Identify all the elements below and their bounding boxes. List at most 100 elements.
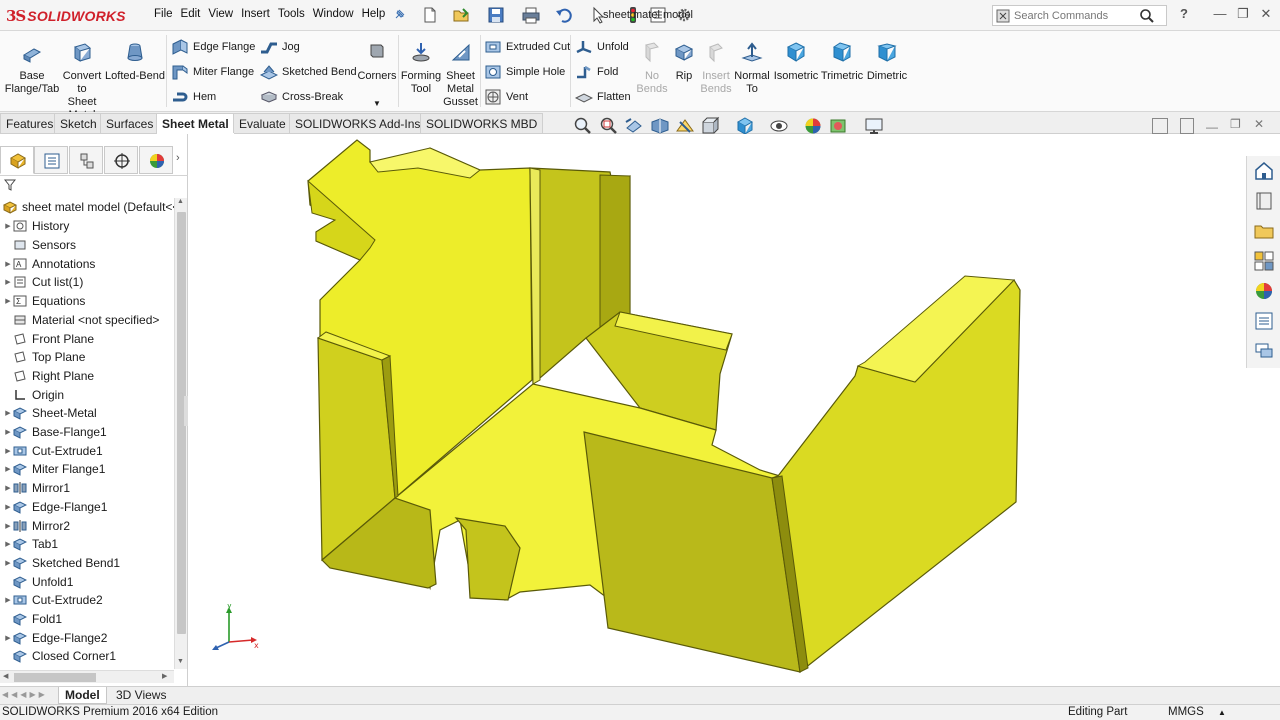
viewport-close-icon[interactable]: ✕ [1254,117,1268,131]
dimetric-view-button[interactable]: Dimetric [865,41,909,83]
expand-arrow-icon[interactable]: ▶ [3,522,13,530]
forming-tool-button[interactable]: Forming Tool [400,41,442,96]
select-arrow-icon[interactable] [589,6,609,24]
sketched-bend-button[interactable]: Sketched Bend [260,62,357,82]
convert-to-sheet-metal-button[interactable]: Convert to Sheet Metal [62,41,102,122]
search-icon[interactable] [1139,8,1155,24]
scroll-right-icon[interactable]: ▶ [162,672,167,680]
expand-arrow-icon[interactable]: ▶ [3,409,13,417]
hide-show-items-icon[interactable] [768,116,790,136]
expand-arrow-icon[interactable]: ▶ [3,465,13,473]
corners-dropdown-icon[interactable]: ▼ [357,97,397,110]
extruded-cut-button[interactable]: Extruded Cut [484,37,570,57]
undo-icon[interactable] [554,6,574,24]
pin-icon[interactable] [390,6,410,24]
tree-item-unfold1[interactable]: Unfold1 [0,572,174,591]
propertymanager-tab[interactable] [34,146,68,174]
menu-insert[interactable]: Insert [237,8,274,20]
tree-horizontal-scrollbar[interactable]: ◀ ▶ [0,670,174,683]
tree-item-cut-extrude1[interactable]: ▶ Cut-Extrude1 [0,441,174,460]
tree-item-cut-list-1[interactable]: ▶ Cut list(1) [0,273,174,292]
status-units[interactable]: MMGS [1168,706,1204,718]
scroll-down-icon[interactable]: ▼ [177,658,184,665]
menu-view[interactable]: View [204,8,237,20]
insert-bends-button[interactable]: Insert Bends [700,41,732,96]
file-explorer-icon[interactable] [1253,220,1275,242]
tab-solidworks-add-ins[interactable]: SOLIDWORKS Add-Ins [289,113,427,133]
trimetric-view-button[interactable]: Trimetric [820,41,864,83]
menu-tools[interactable]: Tools [274,8,309,20]
cross-break-button[interactable]: Cross-Break [260,87,343,107]
expand-arrow-icon[interactable]: ▶ [3,278,13,286]
section-view-icon[interactable] [649,116,671,136]
view-palette-icon[interactable] [1253,250,1275,272]
expand-arrow-icon[interactable]: ▶ [3,540,13,548]
dimxpertmanager-tab[interactable] [104,146,138,174]
miter-flange-button[interactable]: Miter Flange [171,62,254,82]
tree-item-fold1[interactable]: Fold1 [0,610,174,629]
custom-properties-icon[interactable] [1253,310,1275,332]
tree-item-cut-extrude2[interactable]: ▶ Cut-Extrude2 [0,591,174,610]
filter-icon[interactable] [4,179,16,191]
solidworks-logo[interactable]: 3S SOLIDWORKS [6,6,126,26]
tree-item-origin[interactable]: Origin [0,385,174,404]
traffic-light-icon[interactable] [623,6,643,24]
fold-button[interactable]: Fold [575,62,618,82]
close-button[interactable]: ✕ [1256,6,1276,24]
tree-item-annotations[interactable]: ▶ A Annotations [0,254,174,273]
tabs-scroll-right-icon[interactable]: › [176,152,180,164]
tree-item-sensors[interactable]: Sensors [0,236,174,255]
open-folder-icon[interactable] [452,6,472,24]
menu-help[interactable]: Help [358,8,390,20]
edge-flange-button[interactable]: Edge Flange [171,37,255,57]
tab-nav-arrows-icon[interactable]: ◀◀◀▶▶ [2,690,48,699]
lofted-bend-button[interactable]: Lofted-Bend [104,41,166,83]
displaymanager-tab[interactable] [139,146,173,174]
panel-splitter[interactable] [184,396,188,426]
tab-sketch[interactable]: Sketch [54,113,103,133]
scroll-left-icon[interactable]: ◀ [3,672,8,680]
tree-item-tab1[interactable]: ▶ Tab1 [0,535,174,554]
expand-arrow-icon[interactable]: ▶ [3,447,13,455]
display-style-icon[interactable] [734,116,756,136]
tree-item-sheet-metal[interactable]: ▶ Sheet-Metal [0,404,174,423]
view-settings-icon[interactable] [864,116,886,136]
expand-arrow-icon[interactable]: ▶ [3,503,13,511]
vent-button[interactable]: Vent [484,87,528,107]
tree-item-base-flange1[interactable]: ▶ Base-Flange1 [0,423,174,442]
tab-sheet-metal[interactable]: Sheet Metal [156,113,235,134]
normal-to-button[interactable]: Normal To [733,41,771,96]
tree-item-mirror1[interactable]: ▶ Mirror1 [0,479,174,498]
sheet-metal-model[interactable] [189,134,1246,686]
viewport-minimize-icon[interactable]: — [1206,120,1220,134]
search-commands[interactable] [992,5,1167,26]
tree-item-front-plane[interactable]: Front Plane [0,329,174,348]
expand-arrow-icon[interactable]: ▶ [3,484,13,492]
rip-button[interactable]: Rip [670,41,698,83]
tree-item-top-plane[interactable]: Top Plane [0,348,174,367]
tab-surfaces[interactable]: Surfaces [100,113,160,133]
tab-features[interactable]: Features [0,113,60,133]
apply-scene-icon[interactable] [828,116,850,136]
isometric-view-button[interactable]: Isometric [773,41,819,83]
corners-button[interactable]: Corners ▼ [357,41,397,110]
dynamic-annotation-icon[interactable] [674,116,696,136]
menu-edit[interactable]: Edit [177,8,205,20]
menu-file[interactable]: File [150,8,177,20]
simple-hole-button[interactable]: Simple Hole [484,62,565,82]
jog-button[interactable]: Jog [260,37,300,57]
tree-root-part[interactable]: sheet matel model (Default<< [0,198,179,217]
expand-arrow-icon[interactable]: ▶ [3,559,13,567]
file-properties-icon[interactable] [648,6,668,24]
tab-3d-views[interactable]: 3D Views [110,687,172,704]
tab-model[interactable]: Model [58,687,107,704]
document-view-icon[interactable] [1180,118,1194,134]
options-gear-icon[interactable] [674,6,694,24]
expand-arrow-icon[interactable]: ▶ [3,222,13,230]
tree-item-miter-flange1[interactable]: ▶ Miter Flange1 [0,460,174,479]
tab-solidworks-mbd[interactable]: SOLIDWORKS MBD [420,113,544,133]
no-bends-button[interactable]: No Bends [635,41,669,96]
graphics-area[interactable]: y x [189,134,1246,686]
previous-view-icon[interactable] [623,116,645,136]
scroll-up-icon[interactable]: ▲ [177,198,184,205]
